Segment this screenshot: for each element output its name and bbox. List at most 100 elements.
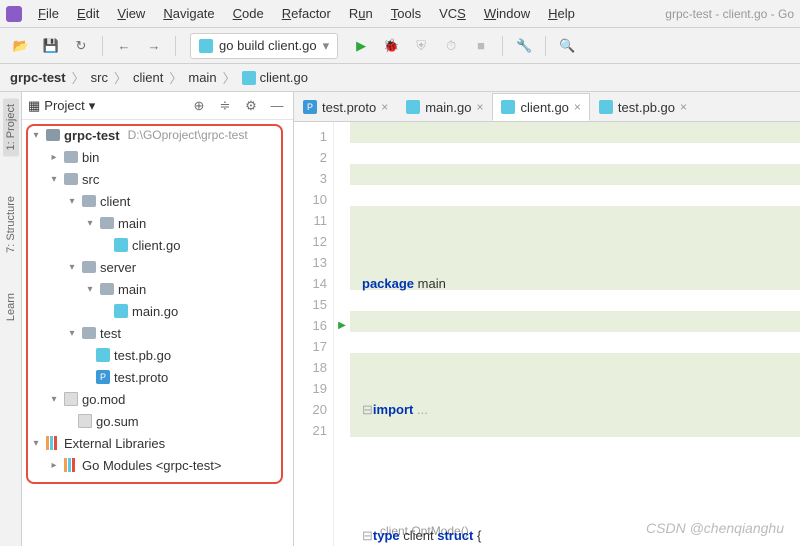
crumb-root[interactable]: grpc-test (10, 70, 66, 85)
folder-icon (46, 129, 60, 141)
tool-window-bar: 1: Project 7: Structure Learn (0, 92, 22, 546)
window-title: grpc-test - client.go - Go (665, 7, 794, 21)
crumb-client[interactable]: client (133, 70, 163, 85)
project-panel: ▦ Project ▾ ⊕ ≑ ⚙ — ▾ grpc-test D:\GOpro… (22, 92, 294, 546)
crumb-main[interactable]: main (188, 70, 216, 85)
forward-icon[interactable]: → (141, 33, 167, 59)
close-icon[interactable]: × (381, 100, 388, 114)
go-file-icon (501, 100, 515, 114)
menu-edit[interactable]: Edit (69, 3, 107, 24)
editor: P test.proto × main.go × client.go × tes… (294, 92, 800, 546)
go-file-icon (114, 304, 128, 318)
tree-client-main[interactable]: ▾ main (24, 212, 291, 234)
tree-client[interactable]: ▾ client (24, 190, 291, 212)
menu-help[interactable]: Help (540, 3, 583, 24)
go-icon (199, 39, 213, 53)
crumb-file[interactable]: client.go (242, 70, 308, 85)
tab-test-pb-go[interactable]: test.pb.go × (590, 93, 696, 121)
crumb-src[interactable]: src (91, 70, 108, 85)
coverage-icon[interactable]: ⛨ (408, 33, 434, 59)
tree-test[interactable]: ▾ test (24, 322, 291, 344)
tree-go-modules[interactable]: ▸ Go Modules <grpc-test> (24, 454, 291, 476)
chevron-down-icon[interactable]: ▾ (84, 218, 96, 229)
project-tree[interactable]: ▾ grpc-test D:\GOproject\grpc-test ▸ bin… (22, 120, 293, 546)
chevron-down-icon[interactable]: ▾ (30, 130, 42, 141)
folder-icon (64, 173, 78, 185)
menu-view[interactable]: View (109, 3, 153, 24)
go-file-icon (114, 238, 128, 252)
menu-refactor[interactable]: Refactor (274, 3, 339, 24)
tree-gosum[interactable]: go.sum (24, 410, 291, 432)
tree-server[interactable]: ▾ server (24, 256, 291, 278)
chevron-right-icon: 〉 (167, 68, 184, 87)
chevron-down-icon[interactable]: ▾ (48, 174, 60, 185)
breadcrumb: grpc-test 〉 src 〉 client 〉 main 〉 client… (0, 64, 800, 92)
chevron-down-icon[interactable]: ▾ (66, 262, 78, 273)
chevron-right-icon[interactable]: ▸ (48, 152, 60, 163)
close-icon[interactable]: × (680, 100, 687, 114)
toolwin-learn[interactable]: Learn (5, 293, 17, 321)
tree-src[interactable]: ▾ src (24, 168, 291, 190)
save-icon[interactable]: 💾 (38, 33, 64, 59)
menu-window[interactable]: Window (476, 3, 538, 24)
wrench-icon[interactable]: 🔧 (511, 33, 537, 59)
menu-vcs[interactable]: VCS (431, 3, 474, 24)
chevron-down-icon[interactable]: ▾ (66, 196, 78, 207)
tree-test-proto[interactable]: P test.proto (24, 366, 291, 388)
debug-icon[interactable]: 🐞 (378, 33, 404, 59)
menu-tools[interactable]: Tools (383, 3, 429, 24)
tree-root[interactable]: ▾ grpc-test D:\GOproject\grpc-test (24, 124, 291, 146)
run-gutter: ▶ (334, 122, 350, 546)
profile-icon[interactable]: ⏱ (438, 33, 464, 59)
chevron-right-icon: 〉 (221, 68, 238, 87)
tree-server-main[interactable]: ▾ main (24, 278, 291, 300)
menu-code[interactable]: Code (225, 3, 272, 24)
tree-main-go[interactable]: main.go (24, 300, 291, 322)
chevron-down-icon[interactable]: ▾ (30, 438, 42, 449)
toolwin-structure[interactable]: 7: Structure (5, 196, 17, 253)
menu-file[interactable]: File (30, 3, 67, 24)
back-icon[interactable]: ← (111, 33, 137, 59)
search-icon[interactable]: 🔍 (554, 33, 580, 59)
run-config-label: go build client.go (219, 38, 317, 53)
file-icon (78, 414, 92, 428)
tree-ext-lib[interactable]: ▾ External Libraries (24, 432, 291, 454)
code-content[interactable]: package main ⊟import ... ⊟type client st… (350, 122, 800, 546)
tab-main-go[interactable]: main.go × (397, 93, 492, 121)
tab-client-go[interactable]: client.go × (492, 93, 589, 121)
chevron-down-icon[interactable]: ▾ (48, 394, 60, 405)
code-area[interactable]: 123 101112 131415 161718 192021 ▶ packag… (294, 122, 800, 546)
open-icon[interactable]: 📂 (8, 33, 34, 59)
chevron-down-icon[interactable]: ▾ (66, 328, 78, 339)
run-icon[interactable]: ▶ (348, 33, 374, 59)
tree-client-go[interactable]: client.go (24, 234, 291, 256)
menu-navigate[interactable]: Navigate (155, 3, 222, 24)
project-panel-header: ▦ Project ▾ ⊕ ≑ ⚙ — (22, 92, 293, 120)
tree-test-pb[interactable]: test.pb.go (24, 344, 291, 366)
run-config-selector[interactable]: go build client.go ▾ (190, 33, 338, 59)
hide-icon[interactable]: — (267, 96, 287, 116)
line-numbers: 123 101112 131415 161718 192021 (294, 122, 334, 546)
file-icon (64, 392, 78, 406)
stop-icon[interactable]: ■ (468, 33, 494, 59)
target-icon[interactable]: ⊕ (189, 96, 209, 116)
folder-icon (82, 195, 96, 207)
chevron-down-icon: ▾ (323, 38, 330, 54)
chevron-down-icon[interactable]: ▾ (84, 284, 96, 295)
close-icon[interactable]: × (476, 100, 483, 114)
gear-icon[interactable]: ⚙ (241, 96, 261, 116)
tree-gomod[interactable]: ▾ go.mod (24, 388, 291, 410)
project-view-selector[interactable]: ▦ Project ▾ (28, 98, 183, 114)
proto-file-icon: P (303, 100, 317, 114)
library-icon (46, 436, 60, 450)
tab-test-proto[interactable]: P test.proto × (294, 93, 397, 121)
tree-bin[interactable]: ▸ bin (24, 146, 291, 168)
refresh-icon[interactable]: ↻ (68, 33, 94, 59)
go-file-icon (242, 71, 256, 85)
expand-icon[interactable]: ≑ (215, 96, 235, 116)
menu-run[interactable]: Run (341, 3, 381, 24)
chevron-right-icon[interactable]: ▸ (48, 460, 60, 471)
run-marker-icon[interactable]: ▶ (334, 315, 350, 336)
close-icon[interactable]: × (574, 100, 581, 114)
toolwin-project[interactable]: 1: Project (3, 98, 19, 156)
